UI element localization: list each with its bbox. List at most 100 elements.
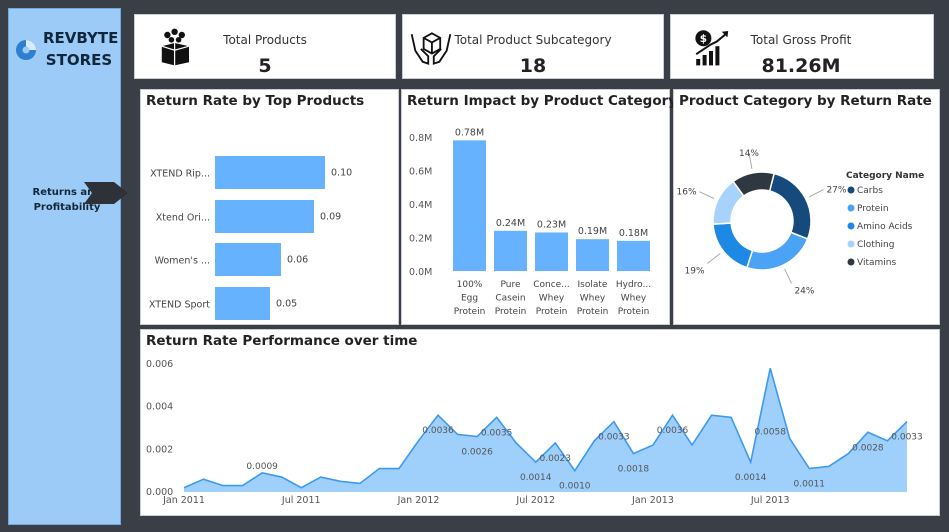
slice-value-label: 19% [685, 266, 705, 276]
kpi-label: Total Products [223, 33, 307, 47]
data-label: 0.0036 [657, 426, 689, 436]
x-tick-label: Jan 2011 [162, 495, 205, 506]
bar [215, 243, 281, 276]
y-tick-label: 0.4M [409, 200, 432, 211]
kpi-label: Total Gross Profit [750, 33, 852, 47]
bar-value-label: 0.23M [537, 219, 566, 230]
legend-item-label: Clothing [857, 240, 894, 250]
data-label: 0.0035 [481, 428, 513, 438]
bar [617, 240, 650, 271]
bar [494, 230, 527, 271]
category-label: Protein [495, 307, 527, 317]
donut-slice [745, 231, 809, 271]
slice-leader-line [699, 191, 715, 199]
bar-category-label: Xtend Ori... [156, 213, 210, 224]
x-tick-label: Jul 2012 [515, 495, 555, 506]
legend-marker [847, 240, 855, 248]
category-label: Isolate [578, 280, 608, 290]
data-label: 0.0033 [598, 433, 630, 443]
data-label: 0.0009 [246, 462, 278, 472]
y-tick-label: 0.8M [409, 133, 432, 144]
y-tick-label: 0.004 [146, 402, 173, 413]
category-donut-chart: 27% 24% 19% 16% 14% Category Name Carbs Protein… [677, 149, 925, 296]
category-label: Pure [500, 280, 520, 290]
data-label: 0.0010 [559, 482, 591, 492]
kpi-card-total-subcategory: Total Product Subcategory 18 [402, 14, 664, 79]
data-label: 0.0028 [852, 443, 884, 453]
x-tick-label: Jul 2011 [281, 495, 321, 506]
slice-leader-line [784, 268, 792, 284]
panel-return-impact: Return Impact by Product Category 0.0M 0.… [401, 89, 677, 325]
data-label: 0.0014 [735, 473, 767, 483]
kpi-card-gross-profit: $ Total Gross Profit 81.26M [670, 14, 934, 79]
kpi-label: Total Product Subcategory [454, 33, 612, 47]
pie-logo-icon [16, 40, 36, 60]
x-tick-label: Jan 2013 [631, 495, 674, 506]
panel-category-return-rate: Product Category by Return Rate 27% 24% 19… [673, 89, 940, 325]
category-label: Hydro... [616, 280, 651, 290]
legend-marker [847, 258, 855, 266]
data-label: 0.0014 [520, 473, 552, 483]
x-tick-label: Jul 2013 [750, 495, 790, 506]
bar-value-label: 0.19M [578, 226, 607, 237]
category-label: Whey [621, 294, 647, 304]
panel-performance-over-time: Return Rate Performance over time 0.000 0… [140, 329, 940, 516]
bar-category-label: XTEND Rip... [150, 169, 210, 180]
data-label: 0.0023 [540, 454, 572, 464]
data-label: 0.0011 [794, 480, 826, 490]
bar-value-label: 0.10 [331, 168, 352, 179]
slice-value-label: 24% [794, 286, 814, 296]
y-tick-label: 0.0M [409, 267, 432, 278]
legend-marker [847, 222, 855, 230]
legend-item-label: Vitamins [857, 258, 896, 268]
slice-value-label: 16% [677, 188, 697, 198]
legend-marker [847, 204, 855, 212]
panel-top-products: Return Rate by Top Products XTEND Rip...… [140, 89, 399, 325]
top-products-chart: XTEND Rip... 0.10 Xtend Ori... 0.09 Women's … [149, 156, 352, 320]
category-label: Whey [580, 294, 606, 304]
y-tick-label: 0.6M [409, 167, 432, 178]
brand-logo: REVBYTE STORES [13, 27, 121, 73]
y-tick-label: 0.002 [146, 444, 173, 455]
kpi-value: 18 [519, 55, 547, 77]
category-label: 100% [457, 280, 483, 290]
performance-area-chart: 0.0000.0020.0040.006Jan 2011 Jul 2011 Jan … [146, 359, 923, 506]
bar-value-label: 0.05 [276, 299, 297, 310]
bar-value-label: 0.24M [496, 218, 525, 229]
sidebar: REVBYTE STORES Returns and Profitability [8, 8, 121, 525]
brand-name: REVBYTE STORES [43, 27, 119, 71]
bar [535, 232, 568, 271]
donut-slice [712, 222, 754, 269]
kpi-card-total-products: Total Products 5 [134, 14, 396, 79]
bar-value-label: 0.06 [287, 255, 308, 266]
bar-category-label: XTEND Sport [149, 300, 210, 311]
donut-slice [768, 172, 812, 240]
data-label: 0.0018 [618, 465, 650, 475]
legend-marker [847, 186, 855, 194]
y-tick-label: 0.006 [146, 359, 173, 370]
bar [215, 287, 270, 320]
category-label: Conce... [533, 280, 570, 290]
bar-value-label: 0.78M [455, 127, 484, 138]
bar [215, 200, 314, 233]
bar-category-label: Women's ... [155, 256, 210, 267]
legend-title: Category Name [846, 171, 924, 181]
legend-item-label: Carbs [857, 186, 883, 196]
category-label: Whey [539, 294, 565, 304]
data-label: 0.0058 [754, 427, 786, 437]
category-label: Protein [618, 307, 650, 317]
slice-value-label: 14% [739, 149, 759, 159]
category-label: Protein [454, 307, 486, 317]
bar [576, 239, 609, 271]
bar-value-label: 0.09 [320, 212, 341, 223]
category-label: Egg [461, 294, 478, 304]
bar [453, 140, 486, 271]
y-tick-label: 0.2M [409, 234, 432, 245]
brand-line1: REVBYTE [43, 29, 119, 47]
return-impact-chart: 0.0M 0.2M 0.4M 0.6M 0.8M 0.78M 100% Egg Protein 0… [409, 127, 651, 317]
bar-value-label: 0.18M [619, 228, 648, 239]
legend-item-label: Protein [857, 204, 889, 214]
kpi-value: 81.26M [761, 55, 841, 77]
legend-item-label: Amino Acids [857, 222, 913, 232]
data-label: 0.0036 [422, 426, 454, 436]
